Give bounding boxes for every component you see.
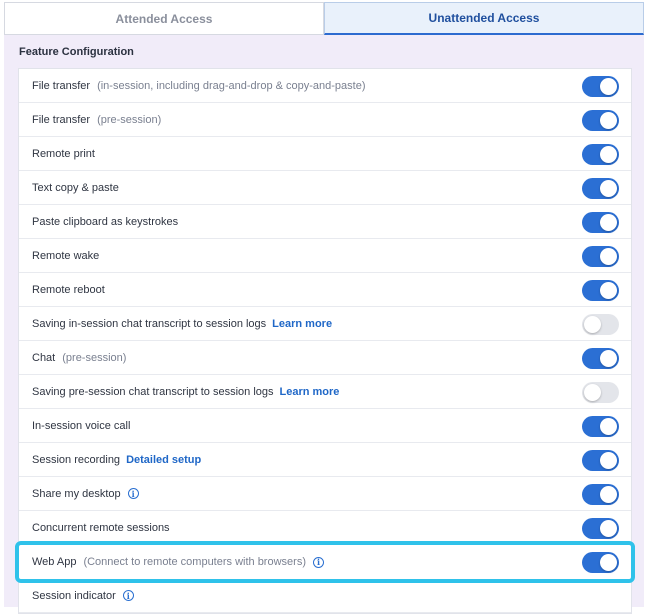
feature-toggle[interactable] — [582, 178, 619, 199]
toggle-knob — [600, 418, 617, 435]
feature-toggle[interactable] — [582, 144, 619, 165]
feature-label: Saving in-session chat transcript to ses… — [32, 317, 267, 330]
feature-label: Saving pre-session chat transcript to se… — [32, 385, 274, 398]
feature-label: Session indicator — [32, 589, 116, 602]
toggle-knob — [584, 316, 601, 333]
feature-sublabel: (Connect to remote computers with browse… — [83, 556, 306, 568]
feature-toggle[interactable] — [582, 518, 619, 539]
feature-row: Text copy & paste — [19, 171, 631, 205]
feature-label: Share my desktop — [32, 487, 121, 500]
feature-row: File transfer (in-session, including drag… — [19, 69, 631, 103]
feature-row: Share my desktop i — [19, 477, 631, 511]
feature-sublabel: (in-session, including drag-and-drop & c… — [97, 79, 366, 92]
feature-label: File transfer — [32, 113, 91, 126]
feature-toggle[interactable] — [582, 314, 619, 335]
feature-row: Session indicator i — [19, 579, 631, 613]
toggle-knob — [600, 112, 617, 129]
feature-row: Remote reboot — [19, 273, 631, 307]
feature-toggle[interactable] — [582, 246, 619, 267]
feature-row: Concurrent remote sessions — [19, 511, 631, 545]
feature-row: Remote print — [19, 137, 631, 171]
feature-toggle[interactable] — [582, 280, 619, 301]
feature-sublabel: (pre-session) — [62, 351, 127, 364]
feature-toggle[interactable] — [582, 450, 619, 471]
feature-toggle[interactable] — [582, 484, 619, 505]
feature-toggle[interactable] — [582, 382, 619, 403]
feature-label: In-session voice call — [32, 419, 131, 432]
toggle-knob — [600, 248, 617, 265]
feature-label: Session recording — [32, 453, 121, 466]
toggle-knob — [600, 520, 617, 537]
toggle-knob — [600, 554, 617, 571]
info-icon[interactable]: i — [312, 556, 324, 568]
toggle-knob — [600, 350, 617, 367]
feature-label: Remote print — [32, 147, 95, 160]
toggle-knob — [600, 180, 617, 197]
feature-row: File transfer (pre-session) — [19, 103, 631, 137]
feature-link[interactable]: Learn more — [280, 386, 340, 398]
feature-row: In-session voice call — [19, 409, 631, 443]
access-tabs: Attended Access Unattended Access — [4, 2, 644, 35]
feature-toggle[interactable] — [582, 110, 619, 131]
feature-toggle[interactable] — [582, 416, 619, 437]
info-icon[interactable]: i — [122, 590, 134, 601]
feature-label: Remote wake — [32, 249, 100, 262]
feature-row: Web App (Connect to remote computers with… — [15, 541, 635, 583]
tab-unattended-access[interactable]: Unattended Access — [324, 2, 644, 35]
toggle-knob — [600, 214, 617, 231]
toggle-knob — [600, 486, 617, 503]
feature-link[interactable]: Learn more — [272, 318, 332, 330]
feature-toggle[interactable] — [582, 552, 619, 573]
feature-row: Saving in-session chat transcript to ses… — [19, 307, 631, 341]
toggle-knob — [600, 282, 617, 299]
tab-label: Attended Access — [115, 11, 213, 26]
toggle-knob — [600, 78, 617, 95]
feature-row: Session recording Detailed setup — [19, 443, 631, 477]
tab-attended-access[interactable]: Attended Access — [4, 2, 324, 35]
tab-label: Unattended Access — [428, 11, 540, 25]
feature-toggle[interactable] — [582, 76, 619, 97]
section-title: Feature Configuration — [19, 46, 134, 58]
feature-toggle[interactable] — [582, 212, 619, 233]
toggle-knob — [584, 384, 601, 401]
feature-toggle[interactable] — [582, 348, 619, 369]
feature-row: Saving pre-session chat transcript to se… — [19, 375, 631, 409]
feature-label: Remote reboot — [32, 283, 105, 296]
feature-sublabel: (pre-session) — [97, 113, 162, 126]
feature-row: Remote wake — [19, 239, 631, 273]
feature-link[interactable]: Detailed setup — [126, 454, 201, 466]
feature-label: Chat — [32, 351, 56, 364]
feature-row: Chat (pre-session) — [19, 341, 631, 375]
toggle-knob — [600, 146, 617, 163]
feature-row: Paste clipboard as keystrokes — [19, 205, 631, 239]
feature-label: Paste clipboard as keystrokes — [32, 215, 179, 228]
info-icon[interactable]: i — [127, 488, 139, 499]
feature-label: File transfer — [32, 79, 91, 92]
toggle-knob — [600, 452, 617, 469]
feature-label: Web App — [32, 556, 77, 568]
feature-label: Text copy & paste — [32, 181, 119, 194]
feature-list: File transfer (in-session, including drag… — [15, 68, 635, 614]
feature-label: Concurrent remote sessions — [32, 521, 170, 534]
feature-configuration-panel: Feature Configuration File transfer (in-s… — [4, 35, 644, 614]
